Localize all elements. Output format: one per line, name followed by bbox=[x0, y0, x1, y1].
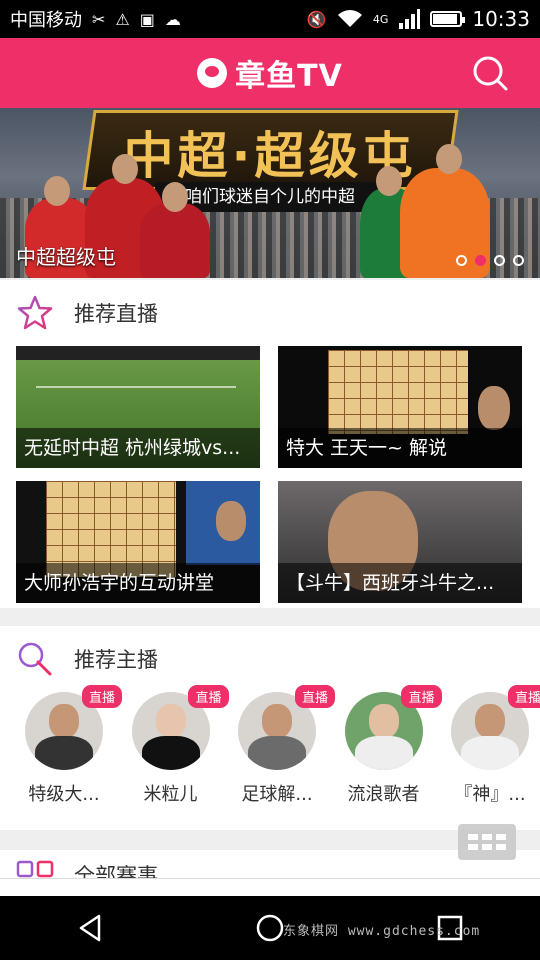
bottom-tab-bar bbox=[0, 878, 540, 896]
player-head bbox=[436, 144, 462, 174]
cloud-icon: ☁ bbox=[164, 9, 181, 29]
section-title: 推荐直播 bbox=[74, 302, 158, 326]
grid-icon bbox=[16, 860, 54, 878]
usb-icon: ✂ bbox=[92, 9, 106, 29]
live-card[interactable]: 大师孙浩宇的互动讲堂 bbox=[16, 481, 260, 603]
app-logo: 章鱼TV bbox=[197, 51, 343, 95]
commentator bbox=[478, 386, 510, 430]
category-grid-button[interactable] bbox=[458, 824, 516, 860]
player-head bbox=[376, 166, 402, 196]
section-header: 推荐直播 bbox=[0, 280, 540, 346]
battery-icon bbox=[430, 11, 466, 27]
anchor-item[interactable]: 直播 特级大... bbox=[22, 685, 122, 806]
anchor-name: 流浪歌者 bbox=[347, 784, 420, 805]
live-card-caption: 大师孙浩宇的互动讲堂 bbox=[16, 563, 260, 603]
pen-icon bbox=[18, 642, 52, 676]
live-card[interactable]: 【斗牛】西班牙斗牛之... bbox=[278, 481, 522, 603]
live-card-caption: 无延时中超 杭州绿城vs... bbox=[16, 428, 260, 468]
network-type: 4G bbox=[372, 12, 389, 26]
warning-icon: ⚠ bbox=[115, 9, 130, 29]
carousel-dot-active[interactable] bbox=[475, 255, 486, 266]
anchor-name: 『神』... bbox=[454, 784, 526, 805]
live-badge: 直播 bbox=[81, 685, 122, 708]
anchor-item[interactable]: 直播 足球解... bbox=[235, 685, 335, 806]
anchor-name: 足球解... bbox=[241, 784, 313, 805]
anchor-item[interactable]: 直播 『神』... bbox=[448, 685, 540, 806]
carousel-dot[interactable] bbox=[456, 255, 467, 266]
octopus-icon bbox=[197, 58, 228, 88]
signal-icon bbox=[399, 9, 421, 29]
logo-text: 章鱼TV bbox=[235, 59, 343, 94]
wifi-icon bbox=[337, 10, 362, 27]
live-card-caption: 【斗牛】西班牙斗牛之... bbox=[278, 563, 522, 603]
live-badge: 直播 bbox=[188, 685, 229, 708]
carousel-dot[interactable] bbox=[513, 255, 524, 266]
anchor-name: 特级大... bbox=[28, 784, 100, 805]
hero-banner[interactable]: 中超·超级屯 咱们球迷自个儿的中超 中超超级屯 bbox=[0, 108, 540, 278]
score-bar bbox=[16, 346, 260, 360]
section-header: 推荐主播 bbox=[0, 626, 540, 692]
mute-icon: 🔇 bbox=[306, 9, 327, 29]
carousel-dots bbox=[456, 255, 524, 266]
live-badge: 直播 bbox=[401, 685, 442, 708]
live-grid: 无延时中超 杭州绿城vs... 特大 王天一~ 解说 大师孙浩宇的互动讲堂 【斗… bbox=[16, 346, 524, 604]
live-card[interactable]: 无延时中超 杭州绿城vs... bbox=[16, 346, 260, 468]
app-header: 章鱼TV bbox=[0, 38, 540, 108]
live-badge: 直播 bbox=[507, 685, 540, 708]
status-bar: 中国移动 ✂ ⚠ ▣ ☁ 🔇 4G 10:33 bbox=[0, 0, 540, 38]
anchor-item[interactable]: 直播 流浪歌者 bbox=[342, 685, 442, 806]
home-icon[interactable] bbox=[255, 913, 285, 943]
carousel-dot[interactable] bbox=[494, 255, 505, 266]
clock: 10:33 bbox=[472, 7, 530, 31]
anchor-item[interactable]: 直播 米粒儿 bbox=[129, 685, 229, 806]
player-head bbox=[44, 176, 70, 206]
recommended-live-section: 推荐直播 无延时中超 杭州绿城vs... 特大 王天一~ 解说 大师孙浩宇的互动… bbox=[0, 280, 540, 608]
star-icon bbox=[17, 295, 53, 330]
recommended-anchors-section: 推荐主播 直播 特级大... 直播 米粒儿 直播 足球解... 直播 流浪歌者 … bbox=[0, 626, 540, 830]
player-head bbox=[162, 182, 188, 212]
live-card[interactable]: 特大 王天一~ 解说 bbox=[278, 346, 522, 468]
section-title: 全部赛事 bbox=[74, 864, 158, 880]
pitch-line bbox=[36, 386, 236, 388]
anchor-name: 米粒儿 bbox=[143, 784, 198, 805]
banner-caption: 中超超级屯 bbox=[16, 245, 116, 269]
carrier-label: 中国移动 bbox=[10, 10, 82, 31]
watermark: 东象棋网 www.gdchess.com bbox=[283, 924, 481, 939]
player-figure bbox=[140, 203, 210, 278]
section-title: 推荐主播 bbox=[74, 648, 158, 672]
search-icon[interactable] bbox=[472, 55, 508, 91]
image-icon: ▣ bbox=[139, 9, 155, 29]
live-badge: 直播 bbox=[294, 685, 335, 708]
anchor-list: 直播 特级大... 直播 米粒儿 直播 足球解... 直播 流浪歌者 直播 『神… bbox=[0, 685, 540, 806]
back-icon[interactable] bbox=[75, 913, 105, 943]
chess-board bbox=[328, 350, 468, 434]
live-card-caption: 特大 王天一~ 解说 bbox=[278, 428, 522, 468]
lecturer bbox=[216, 501, 246, 541]
player-head bbox=[112, 154, 138, 184]
